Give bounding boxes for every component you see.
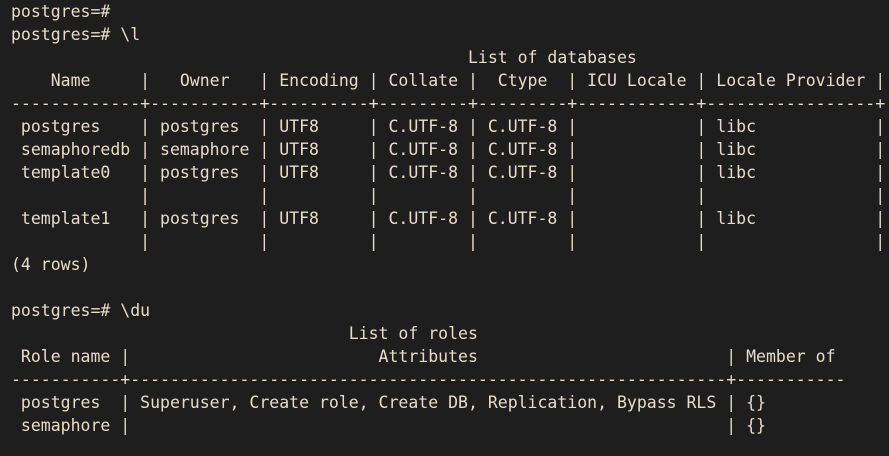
databases-table-title: List of databases (11, 48, 637, 67)
databases-table-row: semaphoredb | semaphore | UTF8 | C.UTF-8… (11, 140, 886, 159)
databases-table-row-continuation: | | | | | | | (11, 232, 886, 251)
databases-table-row: template1 | postgres | UTF8 | C.UTF-8 | … (11, 209, 886, 228)
prompt-line: postgres=# (11, 2, 111, 21)
databases-table-separator: -------------+-----------+----------+---… (11, 94, 886, 113)
roles-table-header: Role name | Attributes | Member of (11, 347, 836, 366)
databases-table-row: postgres | postgres | UTF8 | C.UTF-8 | C… (11, 117, 886, 136)
roles-table-row: postgres | Superuser, Create role, Creat… (11, 393, 766, 412)
command-line-list-roles: postgres=# \du (11, 301, 151, 320)
databases-row-count: (4 rows) (11, 255, 91, 274)
roles-table-row: semaphore | | {} (11, 416, 766, 435)
databases-table-header: Name | Owner | Encoding | Collate | Ctyp… (11, 71, 886, 90)
roles-table-title: List of roles (11, 324, 478, 343)
databases-table-row: template0 | postgres | UTF8 | C.UTF-8 | … (11, 163, 886, 182)
terminal-output[interactable]: postgres=# postgres=# \l List of databas… (0, 0, 889, 456)
databases-table-row-continuation: | | | | | | | (11, 186, 886, 205)
command-line-list-databases: postgres=# \l (11, 25, 141, 44)
roles-table-separator: -----------+----------------------------… (11, 370, 846, 389)
